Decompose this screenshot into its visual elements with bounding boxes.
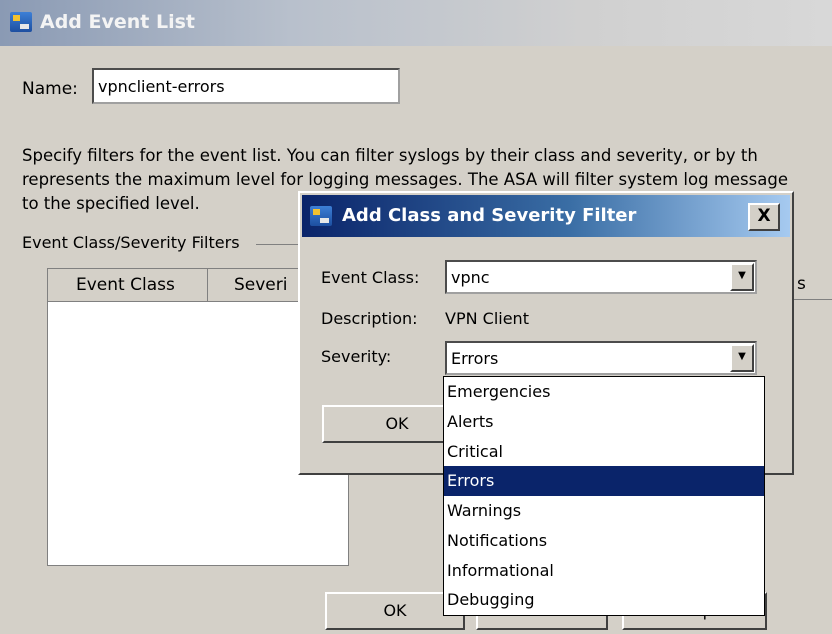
name-label: Name:: [22, 79, 78, 99]
dialog-titlebar[interactable]: Add Class and Severity Filter X: [302, 195, 790, 237]
severity-option-informational[interactable]: Informational: [444, 556, 764, 586]
severity-option-warnings[interactable]: Warnings: [444, 496, 764, 526]
severity-dropdown-list[interactable]: Emergencies Alerts Critical Errors Warni…: [443, 376, 765, 616]
column-header-event-class[interactable]: Event Class: [48, 269, 208, 301]
description-line: represents the maximum level for logging…: [22, 170, 788, 189]
event-class-select[interactable]: vpnc ▼: [445, 260, 757, 294]
event-class-label: Event Class:: [321, 268, 420, 287]
severity-option-errors[interactable]: Errors: [444, 466, 764, 496]
event-class-value: vpnc: [451, 268, 490, 287]
window-title: Add Event List: [40, 11, 196, 33]
severity-label: Severity:: [321, 347, 392, 366]
description-line: Specify filters for the event list. You …: [22, 146, 758, 165]
severity-select[interactable]: Errors ▼: [445, 341, 757, 375]
dialog-title: Add Class and Severity Filter: [342, 205, 637, 226]
description-value: VPN Client: [445, 309, 529, 328]
name-input[interactable]: vpnclient-errors: [92, 68, 400, 104]
severity-option-notifications[interactable]: Notifications: [444, 526, 764, 556]
filters-group-label: Event Class/Severity Filters: [22, 233, 246, 252]
description-label: Description:: [321, 309, 418, 328]
severity-option-alerts[interactable]: Alerts: [444, 407, 764, 437]
dialog-app-icon: [310, 206, 332, 226]
main-titlebar[interactable]: Add Event List: [0, 0, 832, 46]
severity-option-emergencies[interactable]: Emergencies: [444, 377, 764, 407]
severity-option-debugging[interactable]: Debugging: [444, 585, 764, 615]
severity-value: Errors: [451, 349, 499, 368]
app-icon: [10, 12, 32, 32]
chevron-down-icon[interactable]: ▼: [730, 344, 754, 372]
severity-option-critical[interactable]: Critical: [444, 437, 764, 467]
chevron-down-icon[interactable]: ▼: [730, 263, 754, 291]
close-icon[interactable]: X: [748, 203, 780, 231]
